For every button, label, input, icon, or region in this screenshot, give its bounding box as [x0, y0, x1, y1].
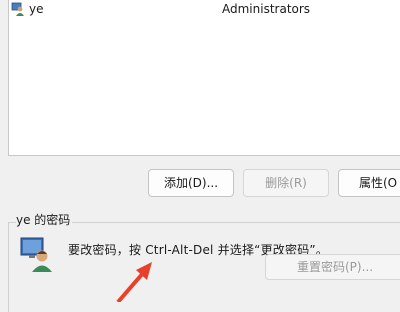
user-name: ye [29, 2, 44, 16]
user-password-icon [20, 236, 54, 272]
users-list[interactable]: ye Administrators [8, 0, 400, 156]
user-icon [11, 2, 25, 16]
add-button[interactable]: 添加(D)... [148, 169, 234, 197]
user-row[interactable]: ye Administrators [9, 0, 400, 20]
properties-button[interactable]: 属性(O [338, 169, 400, 197]
user-group: Administrators [222, 2, 311, 16]
remove-button[interactable]: 删除(R) [243, 169, 329, 197]
reset-password-button[interactable]: 重置密码(P)... [265, 254, 400, 280]
red-arrow-annotation [116, 262, 152, 302]
password-group-title: ye 的密码 [16, 211, 73, 228]
